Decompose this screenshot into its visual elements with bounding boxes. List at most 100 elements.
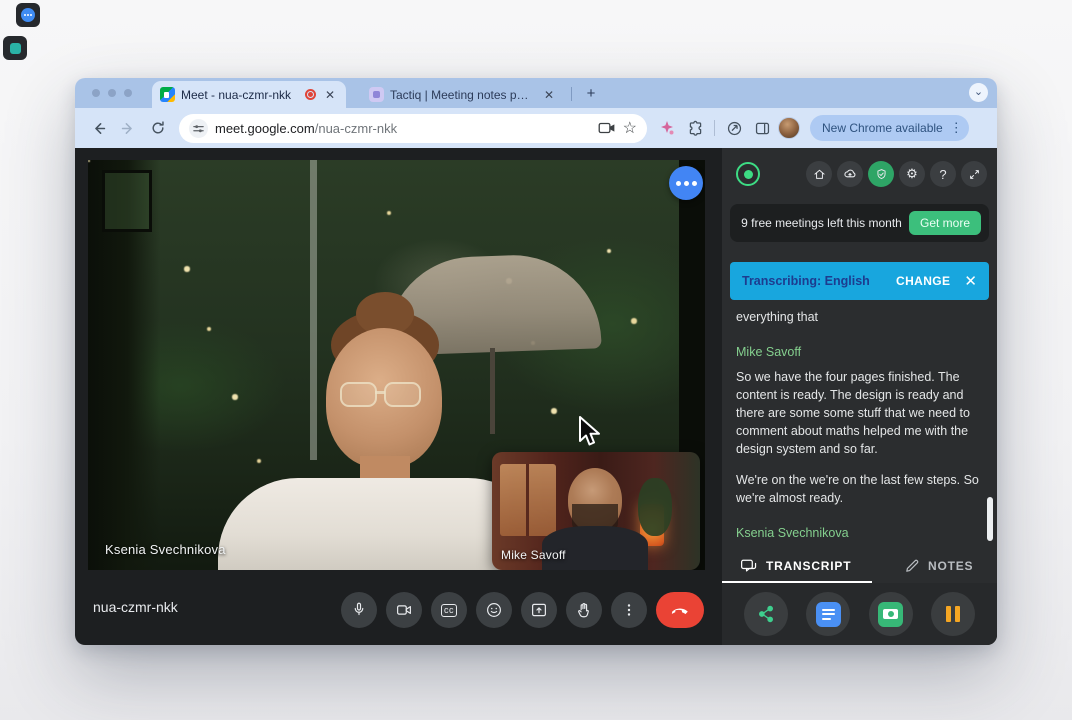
side-panel-icon[interactable] [750,116,774,140]
participant-glasses [340,382,421,407]
tab-label: NOTES [928,559,973,573]
forward-icon[interactable] [115,115,141,141]
chat-notification-bubble-icon[interactable] [669,166,703,200]
sidebar-tabs: TRANSCRIPT NOTES [722,549,997,583]
main-video-tile[interactable]: Mike Savoff Ksenia Svechnikova [88,160,705,570]
transcribing-label: Transcribing: English [742,274,896,288]
url-text[interactable]: meet.google.com/nua-czmr-nkk [215,121,591,136]
document-button[interactable] [806,592,850,636]
home-icon[interactable] [806,161,832,187]
microphone-button[interactable] [341,592,377,628]
settings-gear-icon[interactable]: ⚙ [899,161,925,187]
meeting-code: nua-czmr-nkk [93,599,178,615]
chat-bubble-app-icon[interactable] [16,3,40,27]
back-icon[interactable] [85,115,111,141]
tab-meet[interactable]: Meet - nua-czmr-nkk ✕ [152,81,346,108]
browser-window: Meet - nua-czmr-nkk ✕ Tactiq | Meeting n… [75,78,997,645]
screenshot-camera-icon [878,602,903,627]
window-traffic-lights[interactable] [92,89,132,97]
end-call-button[interactable] [656,592,704,628]
loop-extension-icon[interactable] [722,116,746,140]
chrome-update-button[interactable]: New Chrome available ⋮ [810,115,969,141]
self-view-tile[interactable]: Mike Savoff [492,452,700,570]
tab-title: Meet - nua-czmr-nkk [181,88,299,102]
quota-banner: 9 free meetings left this month Get more [730,204,989,242]
sidebar-action-bar [722,583,997,645]
toolbar-divider [714,120,715,136]
sidebar-scrollbar[interactable] [987,497,993,541]
pause-button[interactable] [931,592,975,636]
raise-hand-button[interactable] [566,592,602,628]
participant-name-label: Mike Savoff [501,548,566,562]
share-button[interactable] [744,592,788,636]
pip-plant [638,478,672,536]
camera-button[interactable] [386,592,422,628]
close-tab-icon[interactable]: ✕ [541,87,557,103]
close-banner-icon[interactable]: ✕ [964,272,977,290]
tab-label: TRANSCRIPT [766,559,851,573]
help-icon[interactable]: ? [930,161,956,187]
transcribing-banner: Transcribing: English CHANGE ✕ [730,262,989,300]
tab-title: Tactiq | Meeting notes power [390,88,535,102]
page-content: Mike Savoff Ksenia Svechnikova nua-czmr-… [75,148,997,645]
speaker-name: Ksenia Svechnikova [736,524,983,542]
scene-umbrella-pole [490,348,495,434]
url-path: /nua-czmr-nkk [315,121,397,136]
pink-extension-icon[interactable] [655,116,679,140]
screenshot-button[interactable] [869,592,913,636]
url-domain: meet.google.com [215,121,315,136]
extensions-puzzle-icon[interactable] [683,116,707,140]
new-tab-button[interactable]: + [581,84,601,104]
chrome-update-label: New Chrome available [822,121,943,135]
site-settings-tune-icon[interactable] [189,119,208,138]
reload-icon[interactable] [145,115,171,141]
tactiq-sidebar: ⚙ ? 9 free meetings left this month Get … [722,148,997,645]
resize-panel-icon[interactable] [961,161,987,187]
scene-pole [310,160,317,460]
change-language-button[interactable]: CHANGE [896,274,950,288]
transcript-paragraph: We're on the we're on the last few steps… [736,471,983,507]
tab-strip: Meet - nua-czmr-nkk ✕ Tactiq | Meeting n… [75,78,997,108]
document-icon [816,602,841,627]
tab-notes[interactable]: NOTES [904,558,973,574]
transcript-panel[interactable]: everything that Mike Savoff So we have t… [722,300,997,549]
shield-check-icon[interactable] [868,161,894,187]
cloud-upload-icon[interactable] [837,161,863,187]
captions-button[interactable]: cc [431,592,467,628]
tab-camera-icon[interactable] [598,121,616,135]
get-more-button[interactable]: Get more [909,211,981,235]
speaker-name: Mike Savoff [736,343,983,361]
close-tab-icon[interactable]: ✕ [322,87,338,103]
scene-window-frame [88,160,160,570]
reactions-button[interactable] [476,592,512,628]
cc-icon: cc [441,604,457,617]
browser-menu-icon[interactable]: ⋮ [950,120,963,136]
chat-transcript-icon [740,558,758,574]
tab-transcript[interactable]: TRANSCRIPT [722,558,874,574]
transcript-fragment: everything that [736,308,983,326]
mouse-cursor [578,416,604,453]
tab-search-chevron-icon[interactable]: ⌄ [969,83,988,102]
quota-text: 9 free meetings left this month [734,216,909,230]
tactiq-favicon [369,87,384,102]
bookmark-star-icon[interactable]: ☆ [623,118,637,138]
string-lights [88,160,90,162]
more-options-button[interactable] [611,592,647,628]
profile-avatar[interactable] [778,117,800,139]
typing-dots-icon [21,8,35,22]
tab-divider [571,87,572,101]
browser-toolbar: meet.google.com/nua-czmr-nkk ☆ New Chrom… [75,108,997,148]
pip-scene-window [500,464,556,536]
share-icon [756,604,776,624]
url-bar[interactable]: meet.google.com/nua-czmr-nkk ☆ [179,114,647,143]
teal-app-icon[interactable] [3,36,27,60]
participant-name-label: Ksenia Svechnikova [105,542,226,557]
meet-control-bar: nua-czmr-nkk cc [75,570,722,645]
tab-tactiq[interactable]: Tactiq | Meeting notes power ✕ [361,81,565,108]
recording-indicator-icon [305,89,316,100]
active-tab-underline [722,581,872,584]
teal-glyph-icon [10,43,21,54]
google-meet-stage: Mike Savoff Ksenia Svechnikova nua-czmr-… [75,148,722,645]
meet-controls: cc [341,592,704,628]
present-screen-button[interactable] [521,592,557,628]
